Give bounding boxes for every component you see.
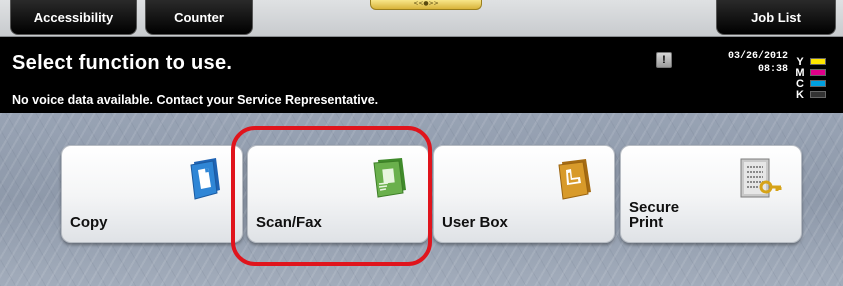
copy-icon (184, 156, 224, 205)
toner-row-m: M (793, 67, 837, 79)
toner-bar-yellow (810, 58, 826, 65)
warning-icon[interactable]: ! (656, 52, 672, 68)
copy-button[interactable]: Copy (61, 145, 243, 243)
time-text: 08:38 (757, 64, 788, 75)
date-text: 03/26/2012 (727, 51, 788, 62)
copy-label: Copy (70, 214, 108, 231)
secure-print-icon (733, 156, 783, 207)
status-message: No voice data available. Contact your Se… (12, 93, 379, 107)
toner-bar-magenta (810, 69, 826, 76)
accessibility-button[interactable]: Accessibility (10, 0, 137, 35)
toner-row-y: Y (793, 56, 837, 68)
toner-row-k: K (793, 88, 837, 101)
job-list-button[interactable]: Job List (716, 0, 836, 35)
function-area: Copy Scan/Fax User Box Secure Print (0, 113, 843, 286)
user-box-label: User Box (442, 214, 508, 231)
user-box-button[interactable]: User Box (433, 145, 615, 243)
counter-button[interactable]: Counter (145, 0, 253, 35)
user-box-icon (552, 156, 596, 205)
panel-handle[interactable]: <<●>> (370, 0, 482, 10)
toner-bar-black (810, 91, 826, 98)
date-time: 03/26/2012 08:38 (710, 50, 788, 76)
toner-bar-cyan (810, 80, 826, 87)
secure-print-button[interactable]: Secure Print (620, 145, 802, 243)
status-area: Select function to use. No voice data av… (0, 37, 843, 113)
secure-print-label: Secure Print (629, 199, 680, 231)
toner-levels: Y M C K (793, 56, 837, 101)
page-title: Select function to use. (12, 52, 233, 74)
toner-row-c: C (793, 78, 837, 90)
toner-letter: K (796, 88, 804, 101)
selection-highlight (231, 126, 432, 266)
top-bar: <<●>> Accessibility Counter Job List (0, 0, 843, 37)
